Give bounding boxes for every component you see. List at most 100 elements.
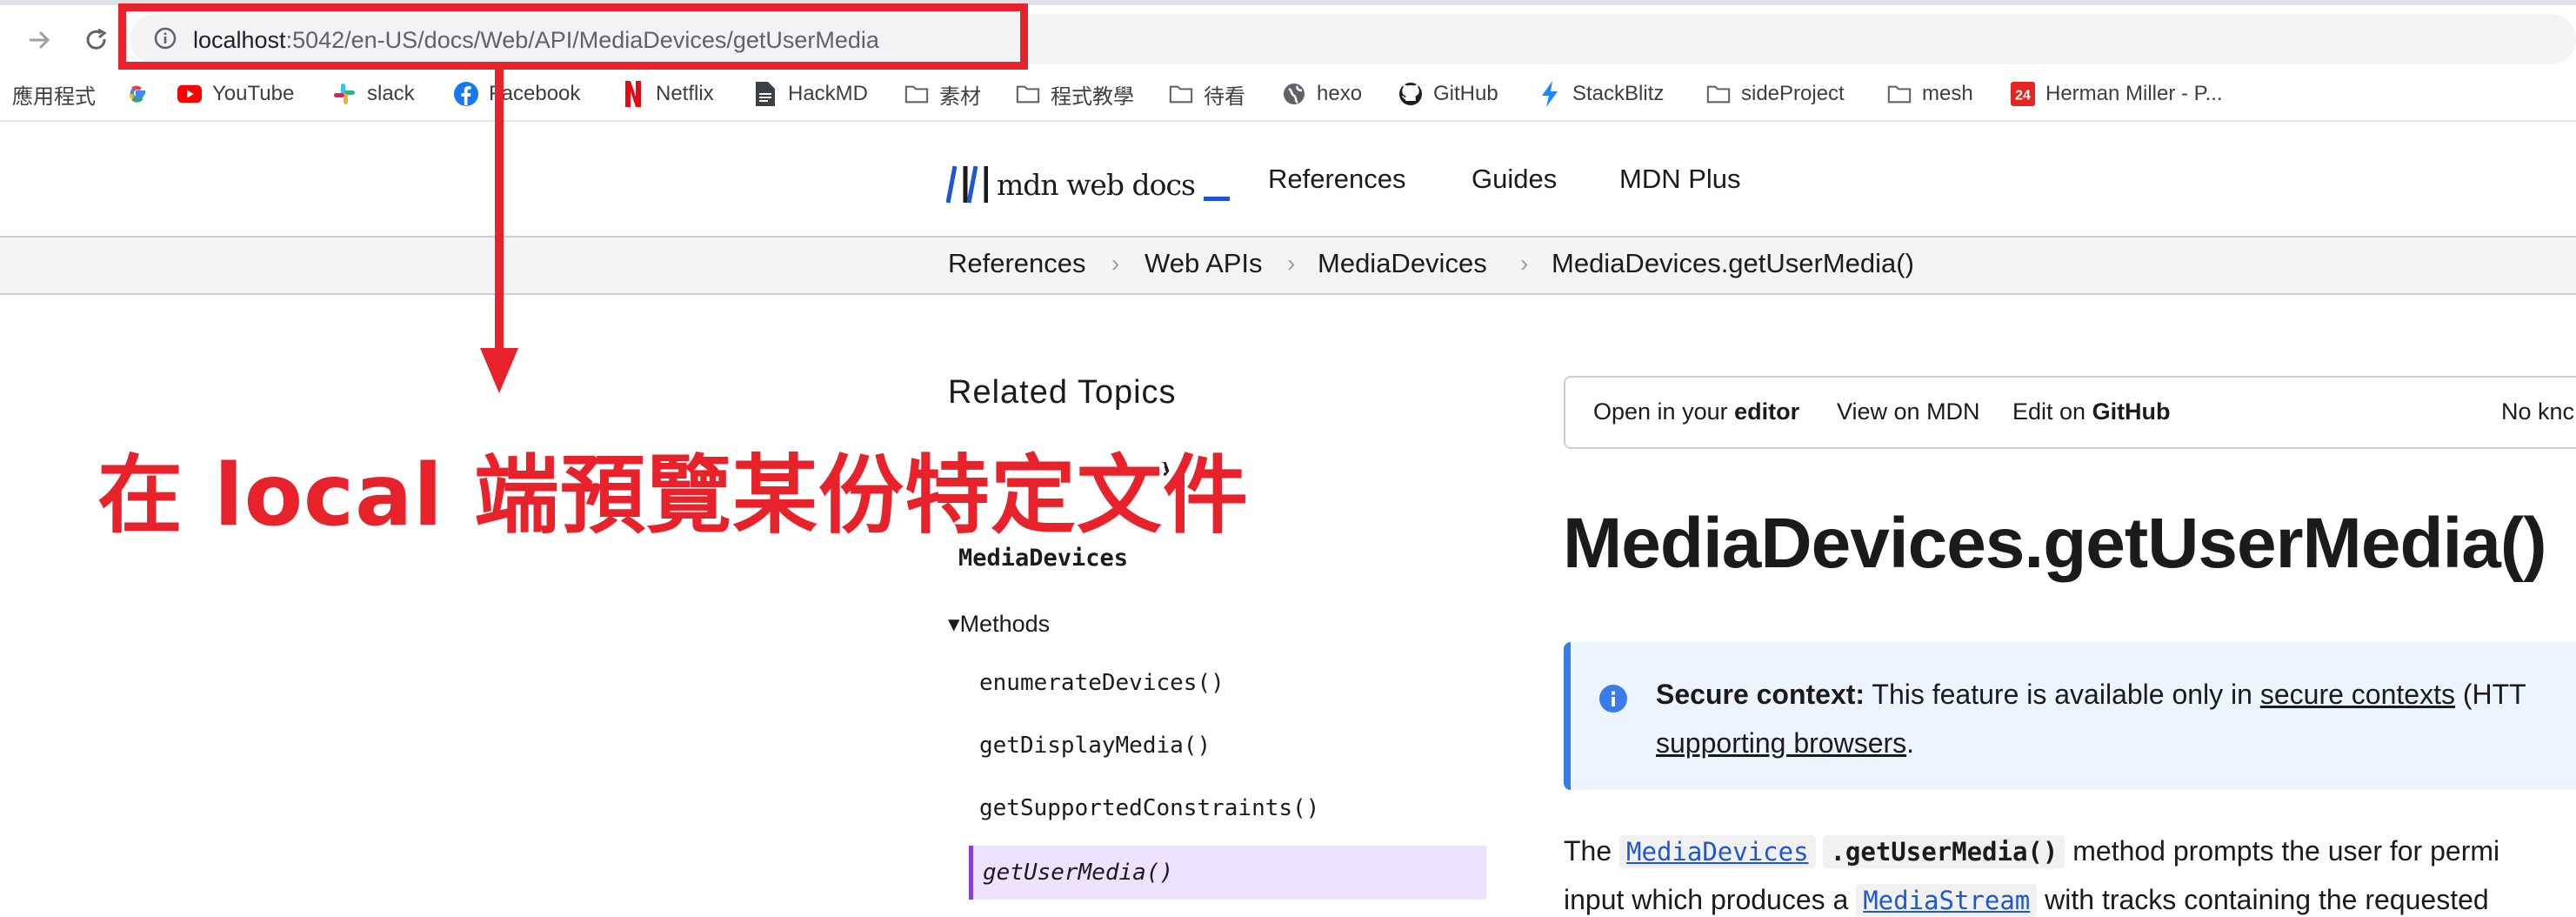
breadcrumb-mediadevices[interactable]: MediaDevices <box>1318 246 1487 281</box>
notice-line-1: Secure context: This feature is availabl… <box>1656 679 2526 711</box>
bookmark-stackblitz[interactable]: StackBlitz <box>1538 75 1664 113</box>
para2-prefix: input which produces a <box>1564 884 1857 915</box>
bookmark-folder-sideproject[interactable]: sideProject <box>1706 75 1845 113</box>
folder-icon <box>1016 82 1040 106</box>
breadcrumb-references[interactable]: References <box>948 246 1086 281</box>
sidebar-methods-label: Methods <box>959 611 1051 637</box>
nav-mdn-plus[interactable]: MDN Plus <box>1619 162 1741 197</box>
notice-tail: (HTT <box>2454 679 2526 710</box>
sidebar-methods-toggle[interactable]: ▾Methods <box>948 611 1050 638</box>
google-icon <box>125 82 150 106</box>
folder-icon <box>1706 82 1731 106</box>
bookmark-folder-watchlater[interactable]: 待看 <box>1169 75 1245 113</box>
bookmark-label: hexo <box>1317 82 1363 105</box>
info-circle-icon <box>1599 685 1627 713</box>
bookmark-label: Herman Miller - P... <box>2045 82 2223 105</box>
chevron-right-icon: › <box>1520 250 1529 277</box>
open-in-editor-button[interactable]: Open in your editor <box>1593 398 1799 425</box>
annotation-arrow-head <box>480 348 518 393</box>
mediadevices-link[interactable]: MediaDevices <box>1619 835 1816 868</box>
arrow-right-icon <box>30 30 50 50</box>
sidebar-heading: Related Topics <box>948 374 1177 411</box>
reload-button[interactable] <box>75 23 118 57</box>
breadcrumb-web-apis[interactable]: Web APIs <box>1145 246 1263 281</box>
para1-suffix: method prompts the user for permi <box>2065 835 2500 867</box>
triangle-down-icon: ▾ <box>948 611 960 637</box>
intro-paragraph-line-2: input which produces a MediaStream with … <box>1564 884 2489 917</box>
nav-references[interactable]: References <box>1268 162 1406 197</box>
bookmark-label: sideProject <box>1741 82 1845 105</box>
bookmark-label: slack <box>367 82 415 105</box>
bookmark-label: HackMD <box>788 82 869 105</box>
nav-guides[interactable]: Guides <box>1472 162 1557 197</box>
bookmark-label: GitHub <box>1433 82 1498 105</box>
globe-icon <box>1282 82 1306 106</box>
github-icon <box>1398 82 1423 106</box>
bookmark-apps[interactable]: 應用程式 <box>12 75 96 113</box>
bookmark-github[interactable]: GitHub <box>1398 75 1498 113</box>
bookmark-label: 素材 <box>939 84 981 109</box>
edit-on-github-link[interactable]: Edit on GitHub <box>2012 398 2171 425</box>
sidebar-method-enumeratedevices[interactable]: enumerateDevices() <box>979 670 1225 696</box>
bookmark-hexo[interactable]: hexo <box>1282 75 1362 113</box>
view-on-mdn-link[interactable]: View on MDN <box>1837 398 1980 425</box>
breadcrumb-current-page[interactable]: MediaDevices.getUserMedia() <box>1552 246 1914 281</box>
bookmark-label: 程式教學 <box>1051 84 1134 109</box>
open-editor-bold: editor <box>1734 398 1800 425</box>
bookmarks-bar: 應用程式 YouTube slack Facebook Netflix Hack… <box>0 71 2576 122</box>
annotation-caption: 在 local 端預覽某份特定文件 <box>97 446 1249 546</box>
notice-line2-tail: . <box>1906 727 1915 759</box>
sidebar-method-getusermedia[interactable]: getUserMedia() <box>983 860 1173 886</box>
sidebar-method-getsupportedconstraints[interactable]: getSupportedConstraints() <box>979 795 1319 821</box>
status-text: No knc <box>2501 398 2575 425</box>
mdn-logo-icon <box>946 165 988 204</box>
lightning-icon <box>1538 81 1562 107</box>
youtube-icon <box>177 82 202 106</box>
bookmark-hackmd[interactable]: HackMD <box>753 75 868 113</box>
notice-label: Secure context: <box>1656 679 1865 710</box>
bookmark-label: 待看 <box>1204 84 1245 109</box>
annotation-arrow-shaft <box>495 70 504 357</box>
mdn-logo-text: mdn web docs <box>997 168 1196 202</box>
open-editor-prefix: Open in your <box>1593 398 1735 425</box>
bookmark-label: YouTube <box>212 82 295 105</box>
bookmark-folder-sucai[interactable]: 素材 <box>904 75 981 113</box>
secure-context-notice <box>1564 642 2576 790</box>
forward-button[interactable] <box>17 23 61 57</box>
para1-prefix: The <box>1564 835 1620 867</box>
edit-github-prefix: Edit on <box>2012 398 2092 425</box>
mdn-logo[interactable]: mdn web docs <box>946 159 1230 204</box>
folder-icon <box>1169 82 1193 106</box>
getusermedia-code: .getUserMedia() <box>1823 835 2065 868</box>
bookmark-label: Netflix <box>656 82 714 105</box>
facebook-icon <box>454 82 478 106</box>
chevron-right-icon: › <box>1111 250 1120 277</box>
bookmark-label: StackBlitz <box>1572 82 1665 105</box>
annotation-highlight-box <box>118 3 1028 70</box>
sidebar-method-getdisplaymedia[interactable]: getDisplayMedia() <box>979 733 1211 759</box>
slack-icon <box>332 82 357 106</box>
page-title: MediaDevices.getUserMedia() <box>1563 504 2547 583</box>
bookmark-herman-miller[interactable]: 24 Herman Miller - P... <box>2011 75 2223 113</box>
netflix-icon <box>621 81 645 107</box>
bookmark-slack[interactable]: slack <box>332 75 415 113</box>
reload-icon <box>86 28 107 50</box>
mediastream-link[interactable]: MediaStream <box>1856 884 2038 917</box>
bookmark-netflix[interactable]: Netflix <box>621 75 714 113</box>
para2-suffix: with tracks containing the requested <box>2037 884 2489 915</box>
bookmark-label: 應用程式 <box>12 84 96 109</box>
supporting-browsers-link[interactable]: supporting browsers <box>1656 727 1906 759</box>
svg-text:24: 24 <box>2015 89 2031 104</box>
secure-contexts-link[interactable]: secure contexts <box>2260 679 2455 710</box>
chevron-right-icon: › <box>1287 250 1296 277</box>
bookmark-youtube[interactable]: YouTube <box>177 75 294 113</box>
document-icon <box>753 82 777 106</box>
intro-paragraph-line-1: The MediaDevices .getUserMedia() method … <box>1564 835 2500 868</box>
bookmark-folder-tutorials[interactable]: 程式教學 <box>1016 75 1134 113</box>
edit-github-bold: GitHub <box>2092 398 2171 425</box>
folder-icon <box>904 82 929 106</box>
bookmark-facebook[interactable]: Facebook <box>454 75 580 113</box>
notice-text: This feature is available only in <box>1865 679 2260 710</box>
bookmark-folder-mesh[interactable]: mesh <box>1887 75 1973 113</box>
bookmark-google[interactable] <box>125 75 160 113</box>
